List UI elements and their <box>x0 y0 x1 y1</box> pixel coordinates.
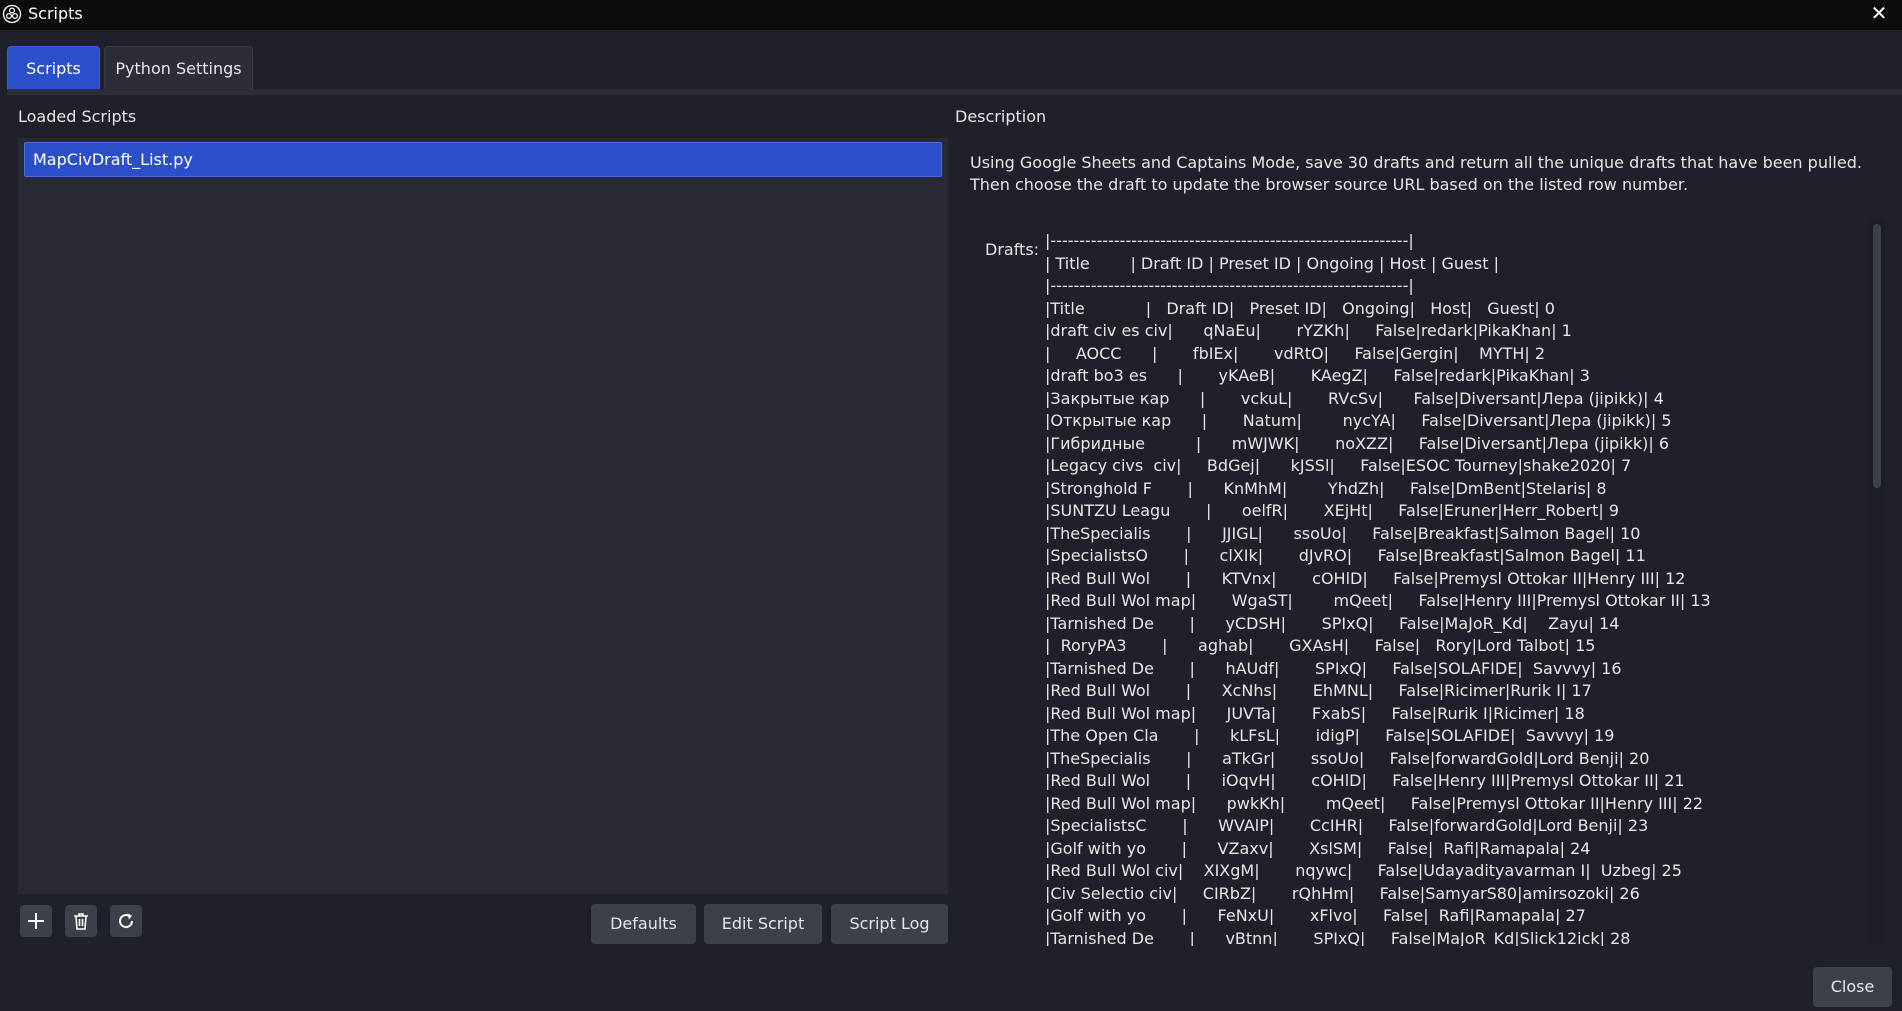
drafts-line: |SpecialistsO | clXIk| dJvRO| False|Brea… <box>1045 546 1646 565</box>
drafts-line: | AOCC | fbIEx| vdRtO| False|Gergin| MYT… <box>1045 343 1546 363</box>
drafts-line: |Red Bull Wol map| WgaST| mQeet| False|H… <box>1045 591 1711 610</box>
drafts-line: |---------------------------------------… <box>1045 276 1414 295</box>
window-title: Scripts <box>28 4 83 23</box>
drafts-line: |Tarnished De | hAUdf| SPIxQ| False|SOLA… <box>1045 658 1622 678</box>
drafts-line: |Tarnished De | vBtnn| SPIxQ| False|MaJo… <box>1045 928 1631 947</box>
reload-icon <box>119 913 134 929</box>
reload-script-button[interactable] <box>110 905 142 937</box>
add-script-button[interactable] <box>20 905 52 937</box>
tab-python-settings[interactable]: Python Settings <box>104 46 253 90</box>
drafts-line: |SpecialistsC | WVAlP| CcIHR| False|forw… <box>1045 816 1649 835</box>
drafts-line: |Golf with yo | VZaxv| XslSM| False| Raf… <box>1045 838 1591 858</box>
drafts-line: |draft civ es civ| qNaEu| rYZKh| False|r… <box>1045 321 1572 340</box>
drafts-line: |SUNTZU Leagu | oelfR| XEjHt| False|Erun… <box>1045 501 1620 520</box>
tab-scripts[interactable]: Scripts <box>7 46 100 90</box>
drafts-line: |The Open Cla | kLFsL| idigP| False|SOLA… <box>1045 726 1615 745</box>
loaded-scripts-list[interactable]: MapCivDraft_List.py <box>18 138 948 894</box>
script-list-item[interactable]: MapCivDraft_List.py <box>24 142 942 177</box>
description-scrollbar[interactable] <box>1870 220 1884 945</box>
script-log-button[interactable]: Script Log <box>831 904 948 944</box>
title-bar: Scripts ✕ <box>0 0 1902 30</box>
drafts-line: |Red Bull Wol map| pwkKh| mQeet| False|P… <box>1045 793 1704 813</box>
drafts-line: |---------------------------------------… <box>1045 231 1414 250</box>
drafts-line: |Red Bull Wol | KTVnx| cOHlD| False|Prem… <box>1045 568 1686 588</box>
drafts-line: |Red Bull Wol civ| XIXgM| nqywc| False|U… <box>1045 861 1682 880</box>
add-icon <box>28 913 44 929</box>
drafts-line: | RoryPA3 | aghab| GXAsH| False| Rory|Lo… <box>1045 636 1596 655</box>
defaults-button[interactable]: Defaults <box>591 904 696 944</box>
description-text: Using Google Sheets and Captains Mode, s… <box>970 153 1862 194</box>
loaded-scripts-heading: Loaded Scripts <box>18 107 137 126</box>
drafts-line: |TheSpecialis | aTkGr| ssoUo| False|forw… <box>1045 748 1650 768</box>
drafts-line: |Golf with yo | FeNxU| xFlvo| False| Raf… <box>1045 906 1586 925</box>
description-heading: Description <box>955 107 1047 126</box>
description-panel: Using Google Sheets and Captains Mode, s… <box>955 138 1885 950</box>
remove-script-button[interactable] <box>65 905 97 937</box>
drafts-line: |Гибридные | mWJWK| noXZZ| False|Diversa… <box>1045 433 1670 453</box>
edit-script-button[interactable]: Edit Script <box>704 904 822 944</box>
drafts-table: |---------------------------------------… <box>1045 230 1865 946</box>
drafts-line: |Title | Draft ID| Preset ID| Ongoing| H… <box>1045 298 1555 318</box>
window-close-icon[interactable]: ✕ <box>1868 2 1890 24</box>
scrollbar-thumb[interactable] <box>1873 224 1881 488</box>
drafts-label: Drafts: <box>985 240 1040 259</box>
drafts-line: |Red Bull Wol | iOqvH| cOHlD| False|Henr… <box>1045 771 1685 790</box>
obs-logo-icon <box>2 4 22 24</box>
drafts-line: |Civ Selectio civ| CIRbZ| rQhHm| False|S… <box>1045 883 1640 903</box>
trash-icon <box>74 913 88 930</box>
drafts-line: |Закрытые кар | vckuL| RVcSv| False|Dive… <box>1045 388 1664 408</box>
drafts-line: |draft bo3 es | yKAeB| KAegZ| False|reda… <box>1045 366 1590 385</box>
drafts-line: |TheSpecialis | JJIGL| ssoUo| False|Brea… <box>1045 523 1641 543</box>
drafts-line: |Tarnished De | yCDSH| SPIxQ| False|MaJo… <box>1045 613 1620 633</box>
drafts-line: |Red Bull Wol | XcNhs| EhMNL| False|Rici… <box>1045 681 1592 700</box>
drafts-line: |Stronghold F | KnMhM| YhdZh| False|DmBe… <box>1045 478 1607 498</box>
drafts-line: |Открытые кар | Natum| nycYA| False|Dive… <box>1045 411 1672 430</box>
drafts-line: | Title | Draft ID | Preset ID | Ongoing… <box>1045 253 1499 273</box>
drafts-line: |Red Bull Wol map| JUVTa| FxabS| False|R… <box>1045 703 1585 723</box>
close-button[interactable]: Close <box>1813 967 1892 1007</box>
drafts-line: |Legacy civs civ| BdGej| kJSSl| False|ES… <box>1045 456 1632 475</box>
tab-divider <box>7 89 1902 95</box>
